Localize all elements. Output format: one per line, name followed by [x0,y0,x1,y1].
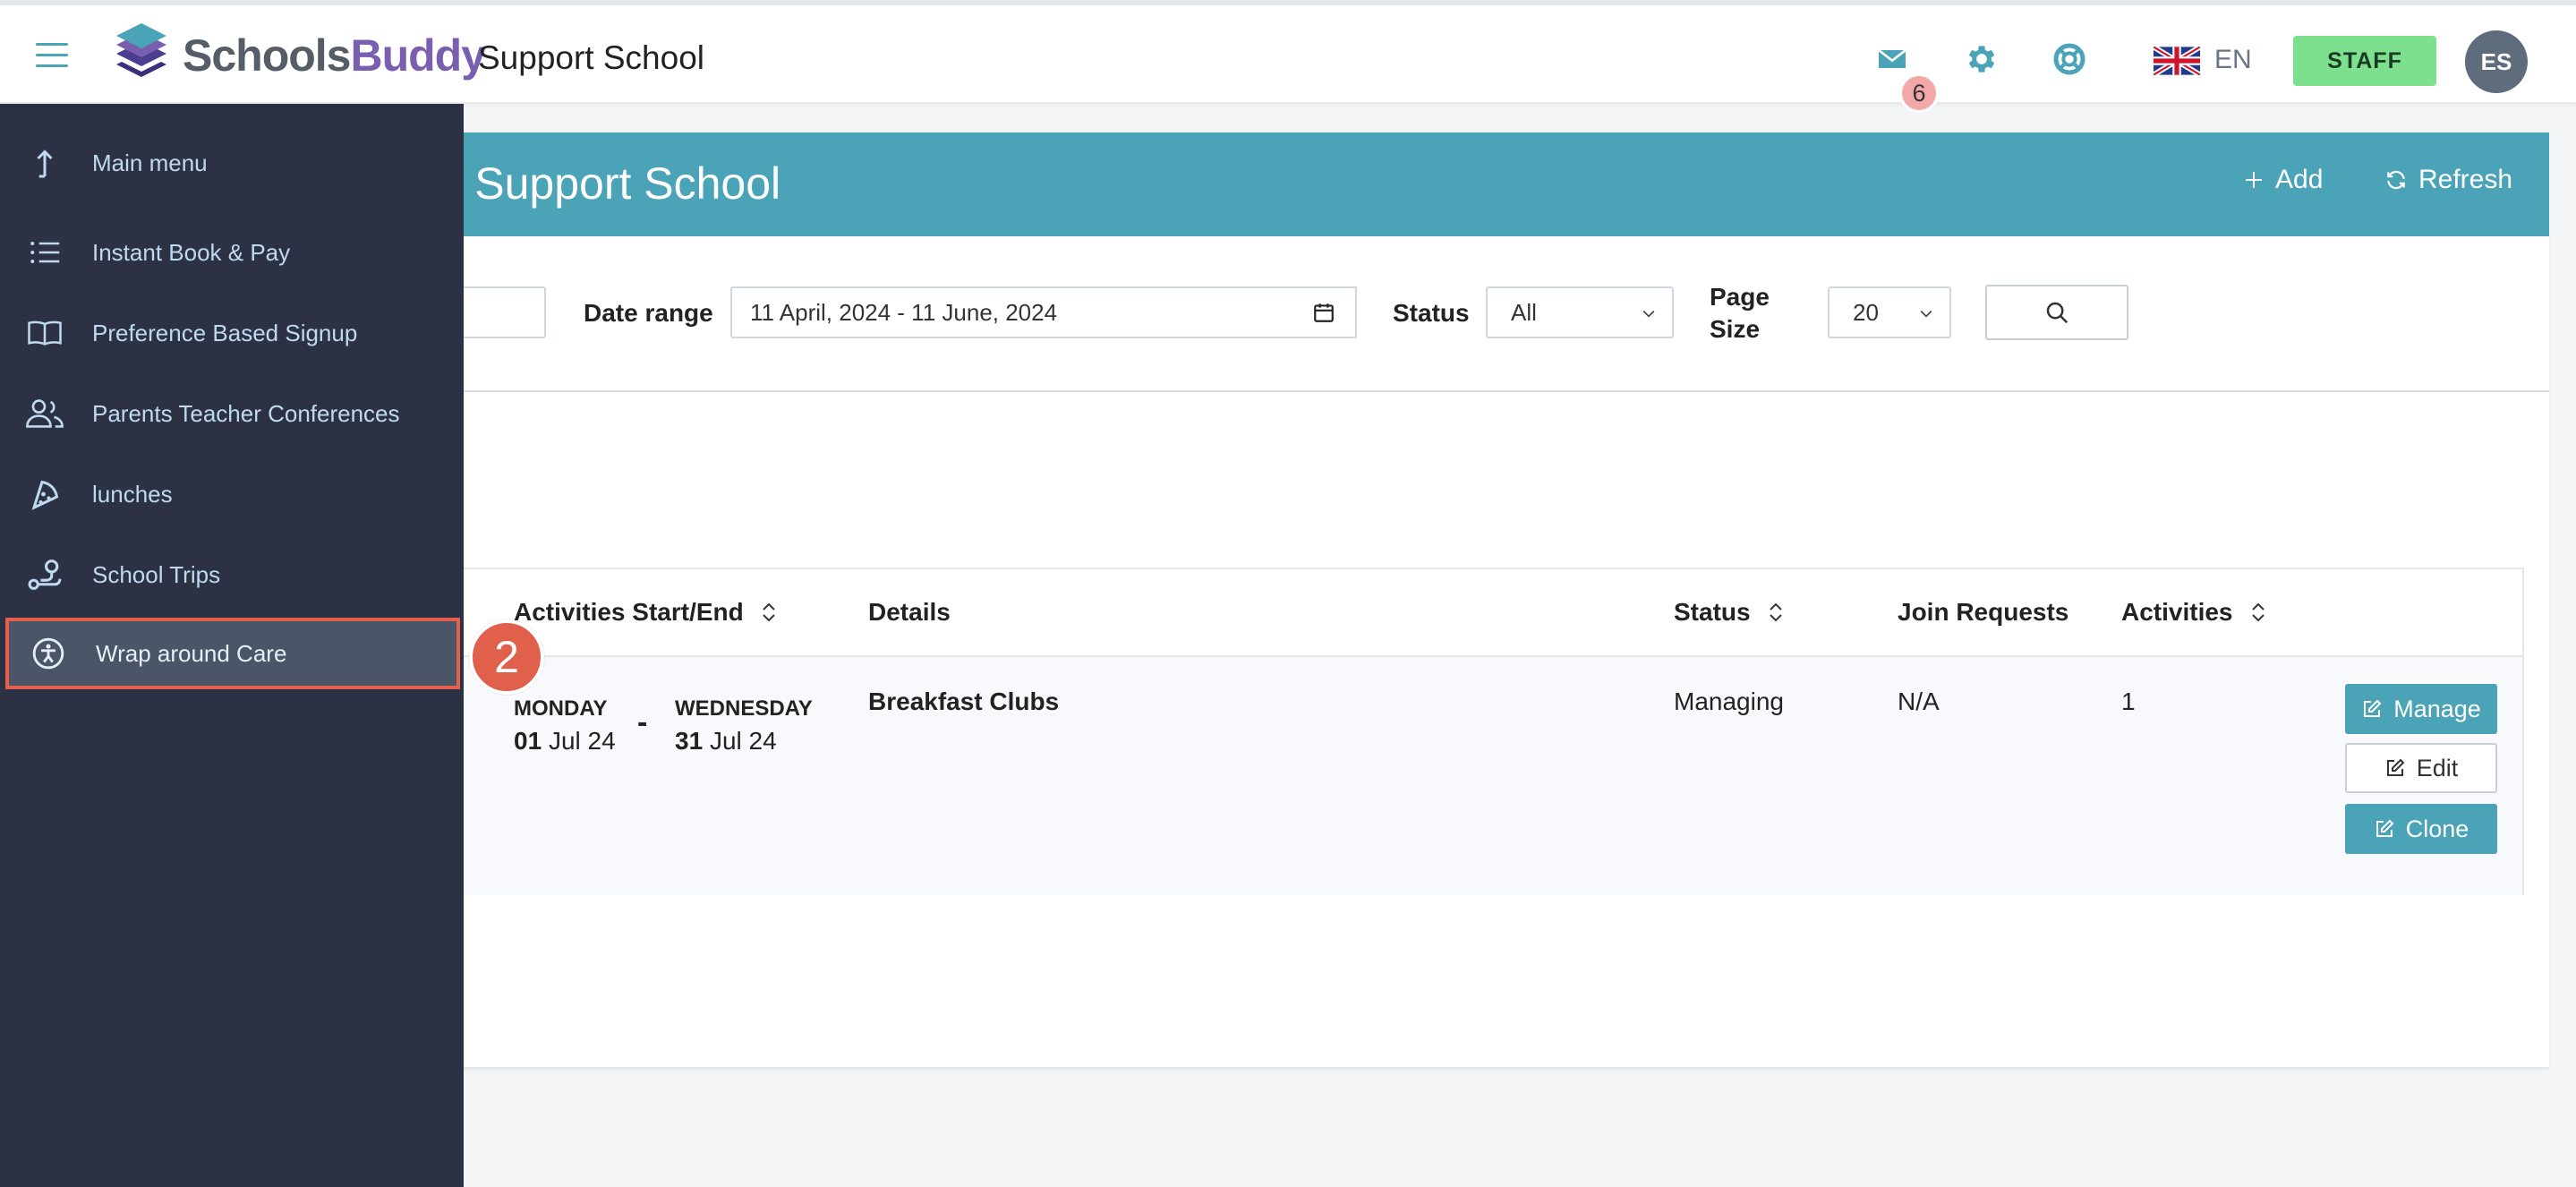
page-size-select[interactable]: 20 [1828,286,1951,338]
start-day: MONDAY [514,696,608,721]
refresh-button[interactable]: Refresh [2384,165,2512,195]
side-menu: Main menu Instant Book & Pay Preference … [0,104,464,1187]
hamburger-menu-icon[interactable] [36,43,68,68]
lifebuoy-help-icon[interactable] [2051,41,2087,77]
sort-icon[interactable] [760,601,778,624]
clone-button-label: Clone [2405,815,2469,842]
calendar-icon [1314,303,1334,322]
menu-item-label: Wrap around Care [96,639,287,667]
col-label: Activities [2121,598,2233,626]
col-status[interactable]: Status [1674,598,1785,627]
date-range-input[interactable]: 11 April, 2024 - 11 June, 2024 [730,286,1294,338]
pizza-icon [25,474,64,514]
add-button-label: Add [2275,165,2324,194]
add-button[interactable]: Add [2243,165,2323,195]
status-cell: Managing [1674,687,1784,715]
gear-icon[interactable] [1964,41,2000,77]
edit-icon [2364,699,2382,717]
uk-flag-icon[interactable] [2154,47,2200,75]
book-icon [25,313,64,353]
sort-icon[interactable] [1767,601,1785,624]
start-month-year: Jul 24 [548,727,616,755]
manage-button[interactable]: Manage [2345,684,2497,734]
language-selector[interactable]: EN [2214,45,2252,75]
mail-count-badge: 6 [1899,73,1939,113]
search-button[interactable] [1985,285,2128,340]
date-separator: - [637,705,648,739]
col-details: Details [868,598,951,627]
refresh-button-label: Refresh [2418,165,2513,194]
col-activities[interactable]: Activities [2121,598,2267,627]
page-size-label-line2: Size [1710,315,1761,343]
logo-layers-icon [116,23,166,77]
clone-button[interactable]: Clone [2345,804,2497,854]
end-date: WEDNESDAY 31 Jul 24 [675,693,813,757]
staff-role-button[interactable]: STAFF [2293,36,2436,86]
mail-icon[interactable] [1874,41,1910,77]
accessibility-icon [29,634,68,673]
menu-item-label: Parents Teacher Conferences [92,399,400,427]
logo-text: SchoolsBuddy [183,30,486,81]
menu-item-instant-book-pay[interactable]: Instant Book & Pay [0,217,464,288]
plus-icon [2246,172,2262,188]
people-icon [25,394,64,433]
col-activities-start-end[interactable]: Activities Start/End [514,598,778,627]
search-icon [2046,302,2068,324]
end-month-year: Jul 24 [709,727,777,755]
edit-icon [2386,758,2405,776]
menu-item-label: Instant Book & Pay [92,238,291,266]
edit-icon [2376,819,2394,837]
page-size-label: Page Size [1710,281,1770,346]
menu-item-main-menu[interactable]: Main menu [0,127,464,199]
col-join-requests: Join Requests [1898,598,2068,627]
menu-item-parents-teacher-conferences[interactable]: Parents Teacher Conferences [0,378,464,449]
join-requests-cell: N/A [1898,687,1940,715]
step-number-badge: 2 [469,619,544,695]
menu-item-lunches[interactable]: lunches [0,458,464,530]
sort-icon[interactable] [2249,601,2267,624]
user-avatar[interactable]: ES [2465,30,2528,93]
arrow-up-icon [25,143,64,183]
menu-item-preference-based-signup[interactable]: Preference Based Signup [0,297,464,369]
start-day-number: 01 [514,727,542,755]
schoolsbuddy-logo[interactable]: SchoolsBuddy [113,21,486,90]
end-day: WEDNESDAY [675,696,813,721]
activities-count-cell: 1 [2121,687,2136,715]
menu-item-label: lunches [92,480,173,508]
school-name: Support School [478,39,705,76]
page-size-select-value: 20 [1853,298,1879,326]
menu-item-wrap-around-care[interactable]: Wrap around Care [5,618,460,689]
col-label: Details [868,598,951,626]
refresh-icon [2387,170,2405,190]
col-label: Activities Start/End [514,598,744,626]
edit-button[interactable]: Edit [2345,743,2497,793]
start-date: MONDAY 01 Jul 24 [514,693,616,757]
status-select[interactable]: All [1486,286,1674,338]
chevron-down-icon [1920,310,1932,318]
menu-item-school-trips[interactable]: School Trips [0,539,464,611]
chevron-down-icon [1642,310,1655,318]
manage-button-label: Manage [2393,695,2481,722]
route-icon [25,555,64,594]
details-cell[interactable]: Breakfast Clubs [868,687,1059,716]
menu-item-label: Preference Based Signup [92,319,358,346]
list-icon [25,233,64,272]
col-label: Join Requests [1898,598,2069,626]
calendar-button[interactable] [1292,286,1357,338]
top-bar: SchoolsBuddy Support School 6 EN STAFF E… [0,0,2576,113]
date-range-label: Date range [584,299,713,327]
menu-item-label: Main menu [92,149,208,176]
page-title: e - Support School [410,158,781,209]
end-day-number: 31 [675,727,704,755]
status-label: Status [1393,299,1470,327]
status-select-value: All [1511,298,1537,326]
edit-button-label: Edit [2416,754,2459,781]
page-size-label-line1: Page [1710,283,1770,311]
col-label: Status [1674,598,1751,626]
menu-item-label: School Trips [92,560,221,588]
